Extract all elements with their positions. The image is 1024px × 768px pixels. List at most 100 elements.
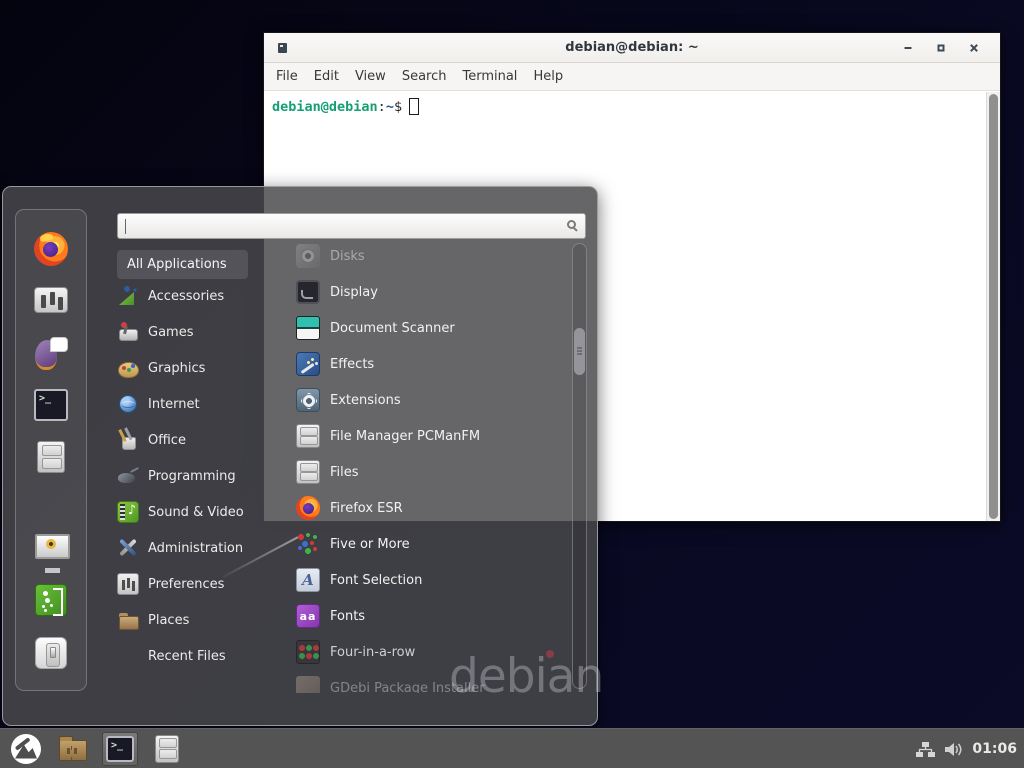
file-cabinet-icon: [155, 735, 179, 763]
category-item-all-applications[interactable]: All Applications: [117, 250, 248, 279]
system-tray: 01:06: [916, 729, 1017, 768]
app-item-document-scanner[interactable]: Document Scanner: [283, 310, 571, 346]
app-item-extensions[interactable]: Extensions: [283, 382, 571, 418]
app-label: Four-in-a-row: [330, 645, 415, 660]
debian-swirl-dot: [546, 650, 554, 658]
menu-scrollbar[interactable]: [572, 243, 587, 689]
category-item-administration[interactable]: Administration: [117, 530, 285, 566]
terminal-scrollbar-thumb[interactable]: [989, 94, 998, 519]
category-label: Graphics: [148, 361, 205, 376]
app-label: Firefox ESR: [330, 501, 403, 516]
terminal-menu-view[interactable]: View: [347, 66, 394, 87]
terminal-scrollbar[interactable]: [986, 92, 1000, 521]
terminal-menu-file[interactable]: File: [268, 66, 306, 87]
app-label: Font Selection: [330, 573, 422, 588]
app-label: Five or More: [330, 537, 410, 552]
app-item-firefox-esr[interactable]: Firefox ESR: [283, 490, 571, 526]
terminal-menu-edit[interactable]: Edit: [306, 66, 347, 87]
terminal-icon: [106, 736, 134, 762]
terminal-cursor: [409, 98, 419, 115]
admin-icon: [117, 537, 139, 559]
category-item-internet[interactable]: Internet: [117, 386, 285, 422]
category-label: Accessories: [148, 289, 224, 304]
places-icon: [117, 609, 139, 631]
app-label: File Manager PCManFM: [330, 429, 480, 444]
accessories-icon: [117, 285, 139, 307]
four-in-a-row-icon: [296, 640, 320, 664]
app-item-font-selection[interactable]: Font Selection: [283, 562, 571, 598]
menu-button[interactable]: [8, 732, 44, 766]
favorites-panel: [15, 209, 87, 691]
internet-icon: [117, 393, 139, 415]
app-item-five-or-more[interactable]: Five or More: [283, 526, 571, 562]
category-item-office[interactable]: Office: [117, 422, 285, 458]
terminal-titlebar[interactable]: debian@debian: ~: [264, 33, 1000, 63]
gdebi-icon: [296, 676, 320, 693]
category-item-games[interactable]: Games: [117, 314, 285, 350]
close-icon[interactable]: [957, 33, 990, 63]
pidgin-favorite-button[interactable]: [32, 334, 70, 372]
settings-panel-icon: [34, 287, 68, 313]
graphics-icon: [117, 357, 139, 379]
shut-down-icon: [35, 637, 67, 669]
category-item-places[interactable]: Places: [117, 602, 285, 638]
category-item-programming[interactable]: Programming: [117, 458, 285, 494]
file-manager-icon: [296, 424, 320, 448]
app-item-disks[interactable]: Disks: [283, 241, 571, 274]
app-label: Disks: [330, 249, 365, 264]
terminal-prompt: debian@debian:~$: [272, 99, 402, 115]
app-item-files[interactable]: Files: [283, 454, 571, 490]
prompt-symbol: $: [394, 99, 402, 115]
category-item-recent-files[interactable]: Recent Files: [117, 638, 285, 674]
terminal-menu-terminal[interactable]: Terminal: [454, 66, 525, 87]
category-label: Recent Files: [148, 649, 226, 664]
files-task-button[interactable]: [149, 732, 185, 766]
category-item-graphics[interactable]: Graphics: [117, 350, 285, 386]
disks-icon: [296, 244, 320, 268]
category-label: Places: [148, 613, 189, 628]
category-label: Administration: [148, 541, 243, 556]
app-label: Fonts: [330, 609, 365, 624]
terminal-menu-search[interactable]: Search: [394, 66, 455, 87]
terminal-task-button[interactable]: [102, 732, 138, 766]
effects-icon: [296, 352, 320, 376]
app-item-file-manager-pcmanfm[interactable]: File Manager PCManFM: [283, 418, 571, 454]
terminal-title: debian@debian: ~: [264, 40, 1000, 55]
application-menu: All Applications Accessories Games Graphics…: [2, 186, 598, 726]
terminal-favorite-button[interactable]: [32, 386, 70, 424]
app-item-fonts[interactable]: Fonts: [283, 598, 571, 634]
app-label: Display: [330, 285, 378, 300]
category-label: Preferences: [148, 577, 224, 592]
settings-mixer-favorite-button[interactable]: [32, 281, 70, 319]
distro-logo-icon: [11, 734, 41, 764]
firefox-favorite-button[interactable]: [32, 230, 70, 268]
clock[interactable]: 01:06: [972, 741, 1017, 757]
minimize-icon[interactable]: [891, 33, 924, 63]
terminal-menu-help[interactable]: Help: [525, 66, 571, 87]
menu-scrollbar-thumb[interactable]: [574, 328, 585, 375]
file-cabinet-icon: [37, 441, 65, 473]
office-icon: [117, 429, 139, 451]
app-item-effects[interactable]: Effects: [283, 346, 571, 382]
category-item-sound-video[interactable]: Sound & Video: [117, 494, 285, 530]
category-label: Sound & Video: [148, 505, 244, 520]
file-manager-favorite-button[interactable]: [32, 438, 70, 476]
search-input[interactable]: [118, 214, 585, 238]
lock-screen-button[interactable]: [32, 529, 70, 567]
maximize-icon[interactable]: [924, 33, 957, 63]
category-item-preferences[interactable]: Preferences: [117, 566, 285, 602]
network-icon[interactable]: [916, 741, 935, 758]
display-icon: [296, 280, 320, 304]
five-or-more-icon: [296, 532, 320, 556]
app-item-display[interactable]: Display: [283, 274, 571, 310]
volume-icon[interactable]: [944, 741, 963, 758]
category-label: Programming: [148, 469, 236, 484]
terminal-menubar: FileEditViewSearchTerminalHelp: [264, 63, 1000, 91]
text-caret: [125, 219, 126, 234]
fonts-icon: [296, 604, 320, 628]
category-item-accessories[interactable]: Accessories: [117, 278, 285, 314]
shut-down-button[interactable]: [32, 634, 70, 672]
log-out-button[interactable]: [32, 581, 70, 619]
app-label: Extensions: [330, 393, 401, 408]
file-manager-launcher[interactable]: [55, 732, 91, 766]
